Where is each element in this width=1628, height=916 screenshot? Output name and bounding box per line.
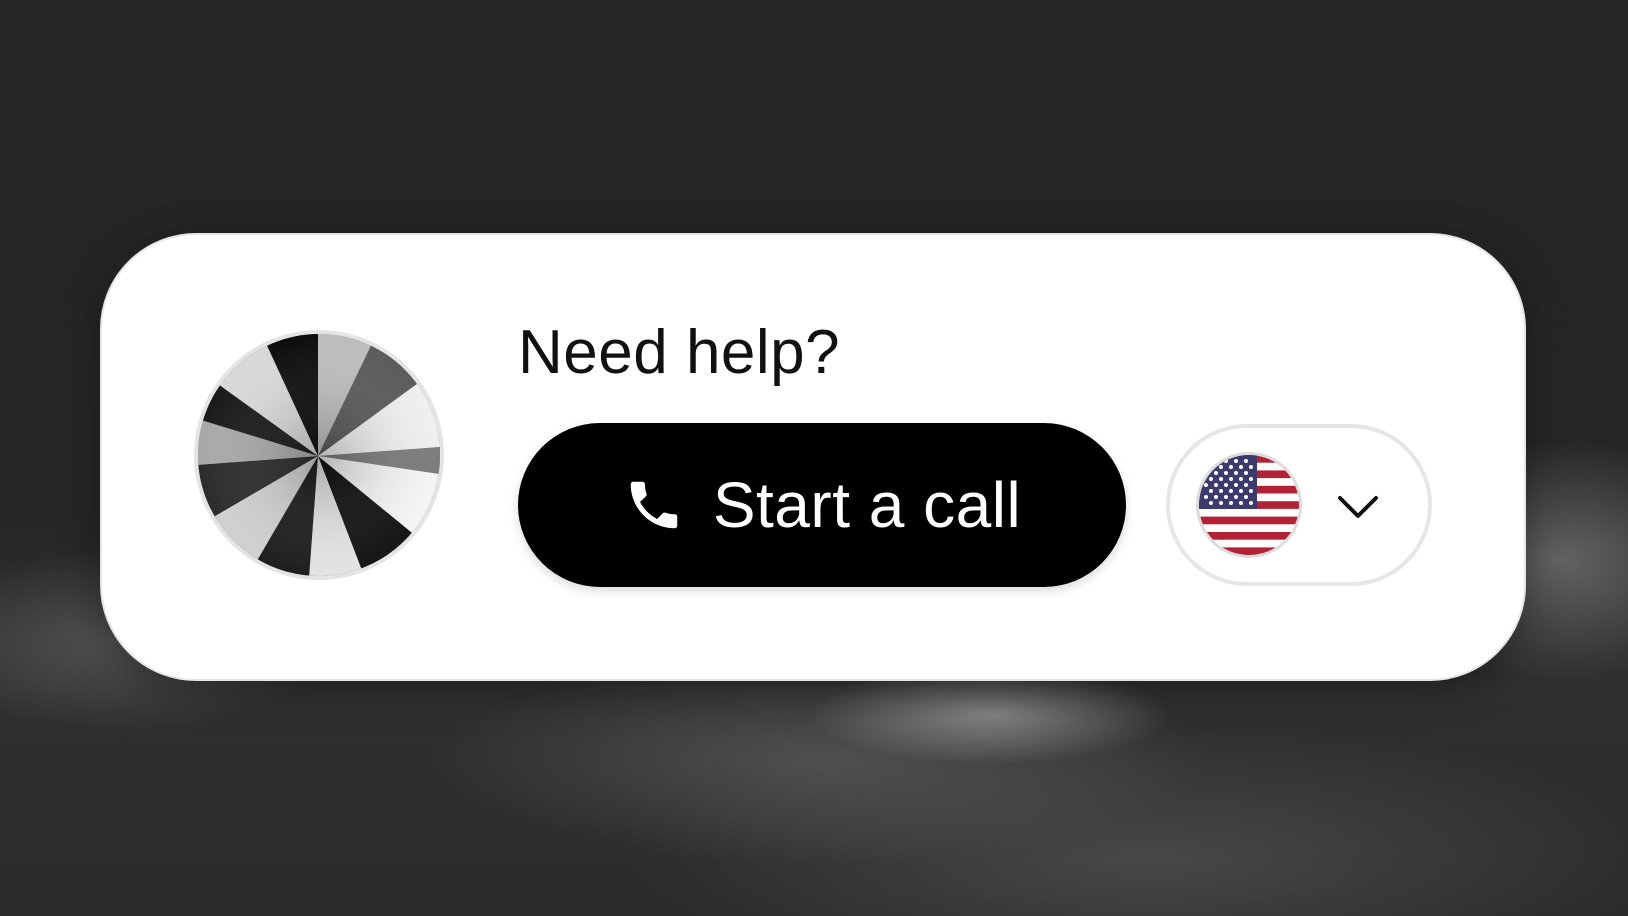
language-selector[interactable]	[1166, 424, 1432, 586]
us-flag-icon	[1196, 452, 1302, 558]
start-call-button[interactable]: Start a call	[518, 423, 1126, 587]
phone-icon	[630, 481, 678, 529]
agent-avatar	[194, 330, 444, 580]
chevron-down-icon	[1338, 496, 1378, 518]
start-call-label: Start a call	[712, 469, 1022, 541]
need-help-heading: Need help?	[518, 318, 841, 387]
help-widget-card: Need help? Start a call	[100, 233, 1526, 681]
avatar-orb-image	[198, 334, 440, 576]
